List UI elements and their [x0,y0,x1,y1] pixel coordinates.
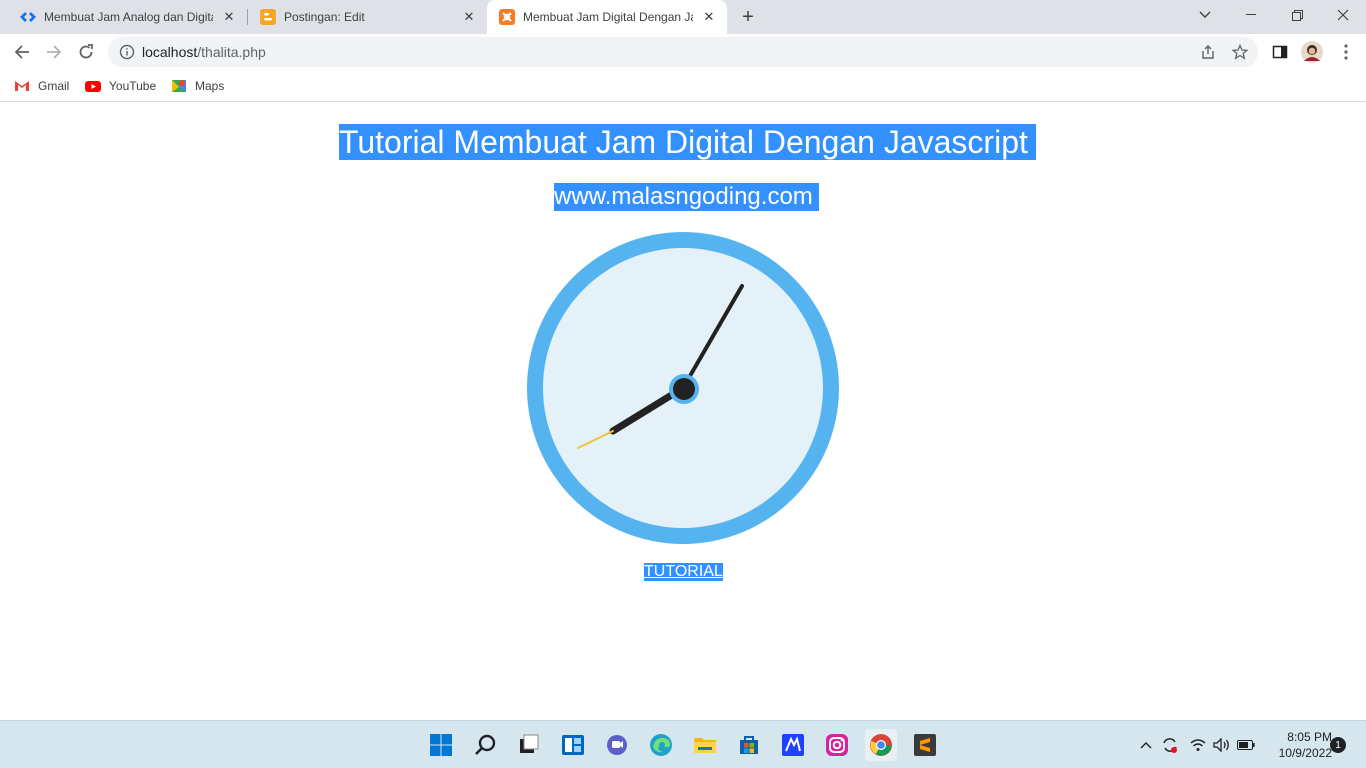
restore-button[interactable] [1274,0,1320,30]
browser-toolbar: localhost/thalita.php [0,34,1366,70]
arrow-left-icon [14,45,29,59]
sync-icon[interactable] [1160,735,1180,755]
tab-2[interactable]: Postingan: Edit ✕ [248,0,487,34]
arrow-right-icon [47,45,62,59]
menu-kebab-icon[interactable] [1334,40,1358,64]
bookmark-label: YouTube [109,79,157,93]
app-m-icon[interactable] [777,729,809,761]
xampp-icon [499,9,515,25]
address-bar[interactable]: localhost/thalita.php [108,37,1258,67]
page-content: Tutorial Membuat Jam Digital Dengan Java… [0,103,1366,720]
url-host: localhost [142,44,198,60]
code-diamond-icon [20,9,36,25]
tab-strip: Membuat Jam Analog dan Digital ✕ Posting… [0,0,1366,34]
minimize-button[interactable] [1228,0,1274,30]
close-icon[interactable]: ✕ [701,9,717,25]
system-date: 10/9/2022 [1278,746,1332,760]
side-panel-icon[interactable] [1268,40,1292,64]
microsoft-store-icon[interactable] [733,729,765,761]
battery-icon[interactable] [1236,735,1256,755]
forward-button[interactable] [40,38,68,66]
tutorial-link[interactable]: TUTORIAL [644,563,723,581]
instagram-icon[interactable] [821,729,853,761]
gmail-icon [15,81,29,91]
widgets-icon[interactable] [557,729,589,761]
bookmarks-bar: Gmail YouTube Maps [0,70,1366,102]
page-subtitle: www.malasngoding.com [554,183,819,211]
url-text: localhost/thalita.php [142,44,266,60]
teams-chat-icon[interactable] [601,729,633,761]
bookmark-maps[interactable]: Maps [171,76,224,96]
maps-icon [172,80,186,92]
close-icon[interactable]: ✕ [461,9,477,25]
close-icon[interactable]: ✕ [221,9,237,25]
chevron-up-icon[interactable] [1136,735,1156,755]
search-icon[interactable] [470,729,502,761]
file-explorer-icon[interactable] [689,729,721,761]
close-window-button[interactable] [1320,0,1366,30]
tab-1[interactable]: Membuat Jam Analog dan Digital ✕ [0,0,247,34]
windows-start-icon[interactable] [425,729,457,761]
page-title: Tutorial Membuat Jam Digital Dengan Java… [339,124,1036,160]
new-tab-button[interactable]: + [736,5,760,29]
wifi-icon[interactable] [1188,735,1208,755]
chrome-icon[interactable] [865,729,897,761]
avatar[interactable] [1300,40,1324,64]
bookmark-youtube[interactable]: YouTube [85,76,156,96]
task-view-icon[interactable] [513,729,545,761]
reload-button[interactable] [72,38,100,66]
analog-clock [527,232,839,544]
clock-center-cap [673,378,695,400]
sublime-text-icon[interactable] [909,729,941,761]
notification-badge[interactable]: 1 [1330,737,1346,753]
tab-1-title: Membuat Jam Analog dan Digital [44,10,213,24]
taskbar: 8:05 PM 10/9/2022 1 [0,720,1366,768]
tab-2-title: Postingan: Edit [284,10,365,24]
edge-icon[interactable] [645,729,677,761]
blogger-icon [260,9,276,25]
tab-search-chevron-icon[interactable] [1182,0,1228,30]
volume-icon[interactable] [1212,735,1232,755]
url-path: /thalita.php [197,44,266,60]
back-button[interactable] [8,38,36,66]
system-time: 8:05 PM [1287,730,1332,744]
youtube-icon [85,81,101,92]
system-clock[interactable]: 8:05 PM 10/9/2022 [1262,729,1332,761]
share-icon[interactable] [1196,40,1220,64]
bookmark-star-icon[interactable] [1228,40,1252,64]
bookmark-gmail[interactable]: Gmail [14,76,69,96]
tab-3-active[interactable]: Membuat Jam Digital Dengan Javascript ✕ [487,0,727,34]
info-icon[interactable] [119,44,135,60]
reload-icon [79,44,93,59]
tab-3-title: Membuat Jam Digital Dengan Javascript [523,10,693,24]
bookmark-label: Gmail [38,79,70,93]
bookmark-label: Maps [195,79,225,93]
